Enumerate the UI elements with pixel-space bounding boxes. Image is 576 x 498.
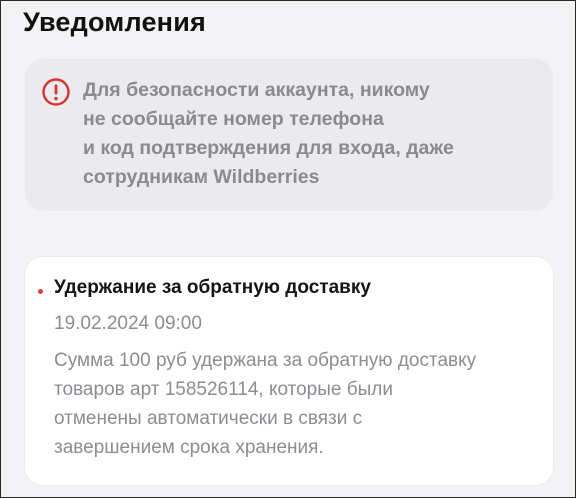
notification-body: Сумма 100 руб удержана за обратную доста… (54, 350, 477, 458)
notification-date: 19.02.2024 09:00 (54, 313, 202, 334)
exclamation-circle-icon (42, 78, 70, 106)
security-notice-text: Для безопасности аккаунта, никому не соо… (83, 79, 454, 188)
notification-card[interactable]: Удержание за обратную доставку 19.02.202… (25, 257, 553, 485)
notifications-screen: Уведомления Для безопасности аккаунта, н… (0, 0, 576, 498)
unread-dot (38, 289, 43, 294)
security-notice: Для безопасности аккаунта, никому не соо… (25, 59, 553, 211)
page-title: Уведомления (23, 7, 206, 37)
notification-title: Удержание за обратную доставку (54, 277, 371, 298)
